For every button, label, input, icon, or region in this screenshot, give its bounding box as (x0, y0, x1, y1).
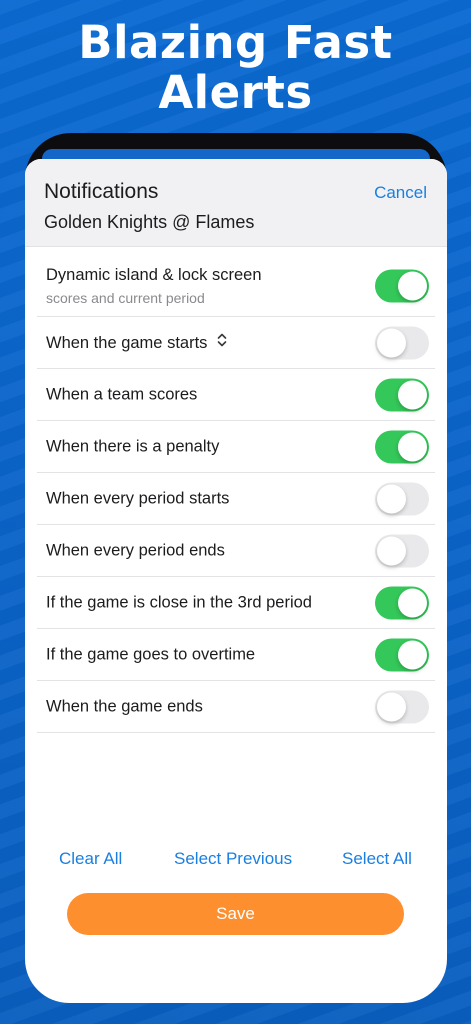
notification-options-list: Dynamic island & lock screen scores and … (37, 255, 435, 733)
toggle-knob (377, 328, 406, 357)
toggle-team-scores[interactable] (375, 378, 429, 411)
bulk-actions: Clear All Select Previous Select All (25, 849, 447, 871)
option-label: When every period ends (46, 541, 225, 559)
toggle-dynamic-island[interactable] (375, 269, 429, 302)
option-label: If the game goes to overtime (46, 645, 256, 663)
option-label: When every period starts (46, 489, 230, 507)
headline-line-2: Alerts (158, 66, 313, 119)
select-previous-button[interactable]: Select Previous (174, 849, 292, 869)
headline-line-1: Blazing Fast (78, 16, 393, 69)
option-row-game-starts: When the game starts (37, 317, 435, 369)
toggle-knob (377, 484, 406, 513)
option-row-team-scores: When a team scores (37, 369, 435, 421)
toggle-period-ends[interactable] (375, 534, 429, 567)
option-label[interactable]: When the game starts (46, 333, 227, 353)
sheet-title: Notifications (44, 180, 159, 203)
toggle-game-starts[interactable] (375, 326, 429, 359)
option-label: When there is a penalty (46, 437, 220, 455)
chevron-up-down-icon (213, 333, 227, 350)
option-label: When a team scores (46, 385, 198, 403)
option-label: When the game ends (46, 697, 203, 715)
toggle-knob (398, 380, 427, 409)
clear-all-button[interactable]: Clear All (59, 849, 122, 869)
toggle-period-starts[interactable] (375, 482, 429, 515)
toggle-knob (377, 536, 406, 565)
option-row-period-starts: When every period starts (37, 473, 435, 525)
game-matchup: Golden Knights @ Flames (44, 212, 255, 232)
sheet-header: Notifications Golden Knights @ Flames Ca… (25, 159, 447, 247)
toggle-close-3rd-period[interactable] (375, 586, 429, 619)
toggle-knob (377, 692, 406, 721)
toggle-game-ends[interactable] (375, 690, 429, 723)
save-button[interactable]: Save (67, 893, 404, 935)
option-row-penalty: When there is a penalty (37, 421, 435, 473)
cancel-button[interactable]: Cancel (374, 183, 427, 203)
toggle-knob (398, 588, 427, 617)
option-label-text: When the game starts (46, 333, 208, 352)
notifications-sheet: Notifications Golden Knights @ Flames Ca… (25, 159, 447, 1003)
option-row-close-3rd-period: If the game is close in the 3rd period (37, 577, 435, 629)
select-all-button[interactable]: Select All (342, 849, 412, 869)
option-row-period-ends: When every period ends (37, 525, 435, 577)
option-row-game-ends: When the game ends (37, 681, 435, 733)
toggle-knob (398, 640, 427, 669)
option-row-overtime: If the game goes to overtime (37, 629, 435, 681)
option-row-dynamic-island: Dynamic island & lock screen scores and … (37, 255, 435, 317)
promo-headline: Blazing Fast Alerts (0, 18, 471, 118)
option-label: If the game is close in the 3rd period (46, 593, 312, 611)
toggle-knob (398, 432, 427, 461)
toggle-penalty[interactable] (375, 430, 429, 463)
option-sublabel: scores and current period (46, 290, 205, 306)
toggle-knob (398, 271, 427, 300)
option-label: Dynamic island & lock screen (46, 266, 262, 284)
toggle-overtime[interactable] (375, 638, 429, 671)
